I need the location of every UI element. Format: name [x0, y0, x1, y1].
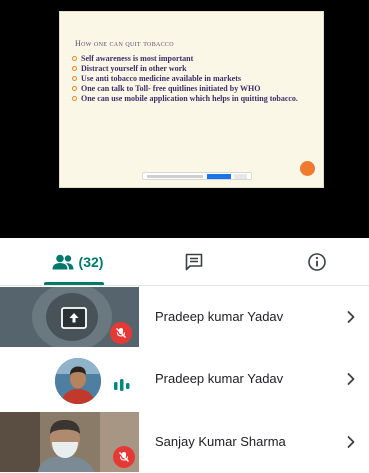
bullet-icon — [72, 76, 77, 81]
slide-bullet-text: One can talk to Toll- free quitlines ini… — [81, 84, 261, 93]
presentation-slide: How one can quit tobacco Self awareness … — [59, 11, 324, 188]
slide-bullet: Self awareness is most important — [72, 54, 312, 63]
slide-bullet-text: Use anti tobacco medicine available in m… — [81, 74, 241, 83]
slide-bullet: Use anti tobacco medicine available in m… — [72, 74, 312, 83]
chevron-right-icon[interactable] — [345, 434, 357, 450]
bullet-icon — [72, 66, 77, 71]
slide-bullet: One can talk to Toll- free quitlines ini… — [72, 84, 312, 93]
active-tab-indicator — [44, 282, 104, 285]
slide-bullet-text: Self awareness is most important — [81, 54, 194, 63]
slide-title: How one can quit tobacco — [75, 39, 174, 48]
tab-people[interactable]: (32) — [34, 238, 120, 285]
participant-tile — [0, 412, 139, 472]
participant-tile — [0, 287, 139, 347]
tab-info[interactable] — [294, 238, 340, 285]
bullet-icon — [72, 96, 77, 101]
stop-sharing-button — [207, 174, 231, 179]
presentation-stage[interactable]: How one can quit tobacco Self awareness … — [0, 0, 369, 238]
speaking-indicator-icon — [114, 379, 130, 391]
info-icon — [308, 252, 326, 271]
participant-count: (32) — [78, 253, 104, 270]
tab-chat[interactable] — [171, 238, 217, 285]
participant-row[interactable]: Sanjay Kumar Sharma — [0, 412, 369, 472]
chevron-right-icon[interactable] — [345, 371, 357, 387]
participant-row[interactable]: Pradeep kumar Yadav — [0, 287, 369, 347]
slide-bullet: One can use mobile application which hel… — [72, 94, 312, 103]
chevron-right-icon[interactable] — [345, 309, 357, 325]
participant-name: Sanjay Kumar Sharma — [155, 434, 286, 449]
slide-bullet-list: Self awareness is most important Distrac… — [72, 54, 312, 104]
bullet-icon — [72, 86, 77, 91]
slide-decoration-dot — [300, 161, 315, 176]
screen-share-notice-bar — [142, 172, 252, 180]
slide-bullet-text: Distract yourself in other work — [81, 64, 187, 73]
mic-off-icon — [113, 446, 135, 468]
side-panel-tabs: (32) — [0, 238, 369, 286]
slide-bullet: Distract yourself in other work — [72, 64, 312, 73]
participant-name: Pradeep kumar Yadav — [155, 371, 284, 386]
presenting-icon — [61, 307, 87, 329]
people-icon — [52, 254, 74, 269]
participant-name: Pradeep kumar Yadav — [155, 309, 284, 324]
hide-button — [234, 174, 247, 179]
share-notice-text — [147, 175, 203, 178]
participant-tile — [0, 349, 139, 409]
bullet-icon — [72, 56, 77, 61]
chat-icon — [185, 253, 203, 270]
mic-off-icon — [110, 322, 132, 344]
participant-row[interactable]: Pradeep kumar Yadav — [0, 349, 369, 409]
avatar — [55, 358, 101, 404]
slide-bullet-text: One can use mobile application which hel… — [81, 94, 298, 103]
